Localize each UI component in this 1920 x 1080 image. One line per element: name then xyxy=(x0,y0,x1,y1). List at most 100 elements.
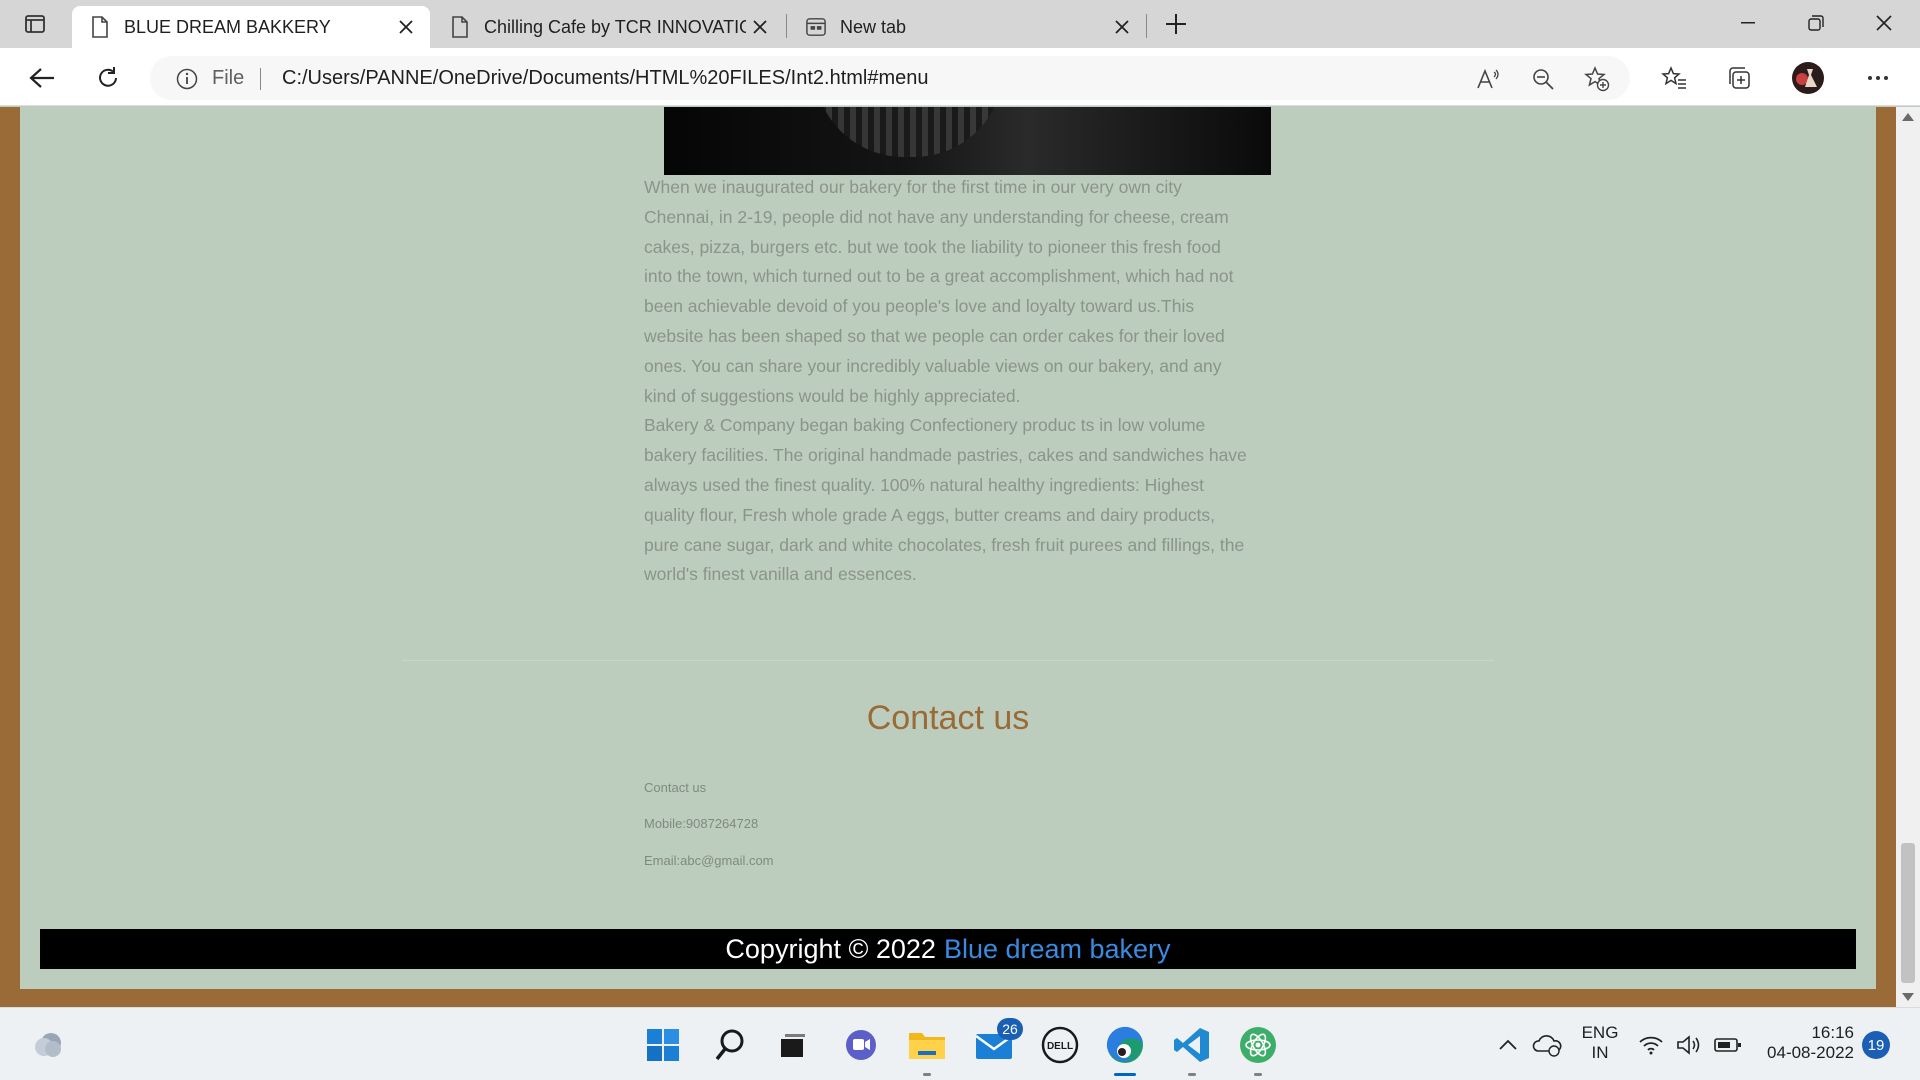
back-button[interactable] xyxy=(24,60,60,96)
copyright-text: Copyright © 2022 xyxy=(725,933,936,964)
tab-actions-icon xyxy=(25,15,45,33)
close-tab-icon[interactable] xyxy=(746,13,774,41)
back-arrow-icon xyxy=(29,68,54,88)
plus-icon xyxy=(1166,14,1186,34)
close-tab-icon[interactable] xyxy=(1108,13,1136,41)
brand-link[interactable]: Blue dream bakery xyxy=(944,934,1171,965)
cupcake-liner xyxy=(814,107,1004,157)
task-view-icon xyxy=(781,1034,805,1057)
vscode-icon xyxy=(1174,1028,1209,1062)
tab-chilling-cafe[interactable]: Chilling Cafe by TCR INNOVATIO xyxy=(432,6,784,48)
candy-cane xyxy=(1172,107,1271,175)
settings-more-button[interactable] xyxy=(1860,60,1896,96)
new-tab-page-icon xyxy=(806,17,826,37)
region-code: IN xyxy=(1591,1043,1609,1062)
close-icon xyxy=(1876,15,1892,31)
page-icon xyxy=(90,16,110,38)
read-aloud-icon[interactable] xyxy=(1475,66,1501,92)
tab-new[interactable]: New tab xyxy=(788,6,1146,48)
contact-mobile: Mobile:9087264728 xyxy=(644,816,759,831)
refresh-icon xyxy=(99,67,117,87)
weather-icon xyxy=(35,1033,61,1057)
add-favorite-icon[interactable] xyxy=(1584,66,1610,92)
collections-button[interactable] xyxy=(1722,60,1758,96)
clock[interactable]: 16:16 04-08-2022 xyxy=(1754,1023,1854,1063)
scroll-up-arrow-icon[interactable] xyxy=(1902,113,1914,121)
info-icon[interactable] xyxy=(176,68,198,90)
close-window-button[interactable] xyxy=(1850,0,1918,46)
clock-time: 16:16 xyxy=(1811,1023,1854,1042)
about-line: Chennai, in 2-19, people did not have an… xyxy=(644,206,1229,227)
about-paragraph: When we inaugurated our bakery for the f… xyxy=(644,173,1256,590)
about-line: kind of suggestions would be highly appr… xyxy=(644,385,1021,406)
battery-icon xyxy=(1714,1038,1741,1052)
vscode-button[interactable] xyxy=(1171,1024,1213,1076)
restore-button[interactable] xyxy=(1782,0,1850,46)
tab-actions-button[interactable] xyxy=(18,10,52,38)
close-tab-icon[interactable] xyxy=(392,13,420,41)
chevron-up-icon xyxy=(1499,1039,1517,1050)
tab-separator xyxy=(1146,14,1147,38)
battery-button[interactable] xyxy=(1710,1024,1746,1066)
onedrive-button[interactable] xyxy=(1527,1024,1567,1066)
vertical-scrollbar[interactable] xyxy=(1896,107,1920,1007)
tab-bakery[interactable]: BLUE DREAM BAKKERY xyxy=(72,6,430,48)
cupcake-image xyxy=(664,107,1271,175)
edge-button[interactable] xyxy=(1104,1024,1146,1076)
active-indicator xyxy=(1114,1073,1136,1076)
onedrive-sync-icon xyxy=(1532,1035,1562,1057)
address-scheme: File xyxy=(212,67,245,89)
start-button[interactable] xyxy=(642,1024,684,1066)
favorites-button[interactable] xyxy=(1656,60,1692,96)
language-indicator[interactable]: ENG IN xyxy=(1574,1023,1626,1063)
restore-icon xyxy=(1808,15,1824,31)
show-hidden-icons-button[interactable] xyxy=(1490,1024,1526,1066)
task-view-button[interactable] xyxy=(772,1024,814,1066)
avatar xyxy=(1792,62,1824,94)
language-code: ENG xyxy=(1581,1023,1619,1042)
taskbar: 26 DELL ENG IN 16:16 04-08-2022 xyxy=(0,1007,1920,1080)
scroll-down-arrow-icon[interactable] xyxy=(1902,993,1914,1001)
tab-strip: BLUE DREAM BAKKERY Chilling Cafe by TCR … xyxy=(0,0,1920,48)
zoom-out-icon[interactable] xyxy=(1530,66,1556,92)
dell-logo-icon: DELL xyxy=(1041,1026,1079,1064)
atom-button[interactable] xyxy=(1237,1024,1279,1076)
address-url[interactable]: C:/Users/PANNE/OneDrive/Documents/HTML%2… xyxy=(282,67,929,90)
notification-badge[interactable]: 19 xyxy=(1862,1031,1890,1059)
browser-toolbar: File C:/Users/PANNE/OneDrive/Documents/H… xyxy=(0,48,1920,106)
about-line: cakes, pizza, burgers etc. but we took t… xyxy=(644,236,1221,257)
about-line: When we inaugurated our bakery for the f… xyxy=(644,177,1182,197)
about-line: world's finest vanilla and essences. xyxy=(644,564,917,585)
copyright-bar: Copyright © 2022 Blue dream bakery xyxy=(40,929,1856,969)
tab-separator xyxy=(786,14,787,38)
about-line: quality flour, Fresh whole grade A eggs,… xyxy=(644,504,1216,525)
new-tab-button[interactable] xyxy=(1160,8,1192,40)
weather-widget[interactable] xyxy=(28,1024,70,1066)
contact-label: Contact us xyxy=(644,780,707,795)
file-explorer-button[interactable] xyxy=(906,1024,948,1076)
about-line: into the town, which turned out to be a … xyxy=(644,266,1234,287)
scroll-thumb[interactable] xyxy=(1901,843,1915,983)
favorites-icon xyxy=(1661,66,1686,89)
about-line: ones. You can share your incredibly valu… xyxy=(644,355,1222,376)
refresh-button[interactable] xyxy=(90,60,126,96)
tab-title: Chilling Cafe by TCR INNOVATIO xyxy=(484,16,746,37)
wifi-icon xyxy=(1639,1036,1663,1055)
about-line: bakery facilities. The original handmade… xyxy=(644,445,1247,466)
address-bar[interactable]: File C:/Users/PANNE/OneDrive/Documents/H… xyxy=(150,56,1630,100)
dell-button[interactable]: DELL xyxy=(1039,1024,1081,1066)
profile-button[interactable] xyxy=(1790,60,1826,96)
contact-email: Email:abc@gmail.com xyxy=(644,853,774,868)
volume-button[interactable] xyxy=(1672,1024,1706,1066)
folder-icon xyxy=(909,1033,945,1059)
search-button[interactable] xyxy=(709,1024,751,1066)
section-divider xyxy=(402,660,1494,661)
address-divider xyxy=(260,68,261,90)
running-indicator xyxy=(923,1073,931,1076)
minimize-button[interactable] xyxy=(1714,0,1782,46)
teams-chat-button[interactable] xyxy=(840,1024,882,1066)
wifi-button[interactable] xyxy=(1634,1024,1668,1066)
mail-button[interactable]: 26 xyxy=(973,1018,1023,1066)
about-line: been achievable devoid of you people's l… xyxy=(644,296,1195,317)
contact-heading: Contact us xyxy=(866,699,1030,737)
